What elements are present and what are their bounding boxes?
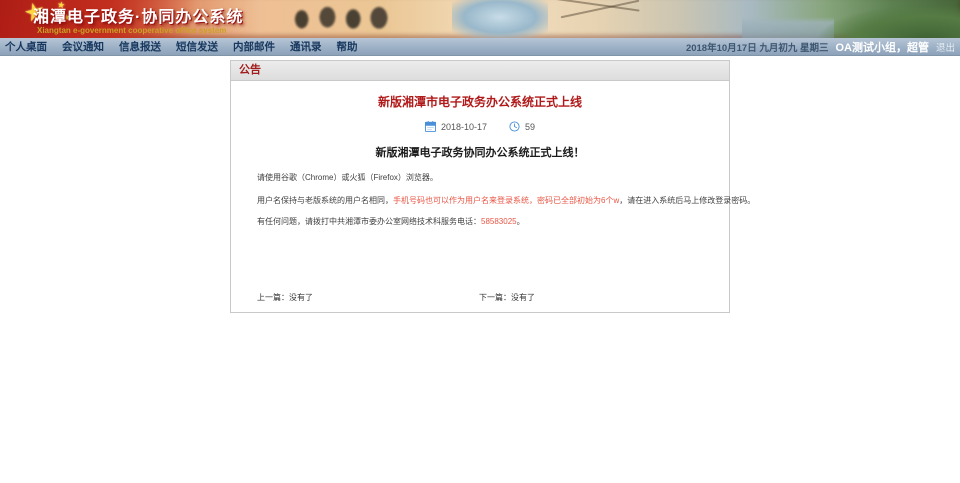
date-text: 2018年10月17日 九月初九 星期三: [686, 40, 829, 54]
nav-menu: 个人桌面 会议通知 信息报送 短信发送 内部邮件 通讯录 帮助: [5, 38, 373, 55]
nav-item-internal-mail[interactable]: 内部邮件: [233, 39, 275, 54]
current-user: OA测试小组，超管: [835, 39, 929, 55]
page: ★ ★ ★ 湘潭电子政务·协同办公系统 Xiangtan e-governmen…: [0, 0, 960, 483]
panel-body: 新版湘潭市电子政务办公系统正式上线 2018-10-17: [231, 81, 729, 313]
bridge-decoration: [452, 0, 548, 38]
logout-link[interactable]: 退出: [936, 40, 955, 54]
article-date: 2018-10-17: [441, 122, 487, 132]
paragraph-contact: 有任何问题，请拨打中共湘潭市委办公室网络技术科服务电话：58583025。: [257, 216, 713, 227]
app-subtitle-text: Xiangtan e-government cooperative office…: [37, 26, 226, 35]
nav-item-personal-desktop[interactable]: 个人桌面: [5, 39, 47, 54]
statue-decoration: [286, 2, 398, 38]
app-title: 湘潭电子政务·协同办公系统: [33, 3, 243, 27]
prev-article: 上一篇：没有了: [257, 292, 313, 303]
announcement-panel: 公告 新版湘潭市电子政务办公系统正式上线 2018-10-17: [230, 60, 730, 313]
contact-phone-number: 58583025: [481, 217, 517, 226]
paragraph-account-text: 用户名保持与老版系统的用户名相同，: [257, 196, 393, 205]
paragraph-browser: 请使用谷歌（Chrome）或火狐（Firefox）浏览器。: [257, 172, 713, 183]
paragraph-account-text: ，请在进入系统后马上修改登录密码。: [619, 196, 755, 205]
paragraph-account: 用户名保持与老版系统的用户名相同，手机号码也可以作为用户名来登录系统，密码已全部…: [257, 195, 713, 206]
paragraph-contact-text: 。: [517, 217, 525, 226]
nav-item-help[interactable]: 帮助: [337, 39, 358, 54]
app-banner: ★ ★ ★ 湘潭电子政务·协同办公系统 Xiangtan e-governmen…: [0, 0, 960, 38]
paragraph-contact-text: 有任何问题，请拨打中共湘潭市委办公室网络技术科服务电话：: [257, 217, 481, 226]
paragraph-account-highlight: 手机号码也可以作为用户名来登录系统，密码已全部初始为6个w: [393, 196, 619, 205]
next-article-value: 没有了: [511, 293, 535, 302]
panel-header: 公告: [231, 61, 729, 81]
clock-icon: [509, 121, 520, 132]
calendar-icon: [425, 121, 436, 132]
nav-item-info-report[interactable]: 信息报送: [119, 39, 161, 54]
nav-item-sms-send[interactable]: 短信发送: [176, 39, 218, 54]
prev-article-label: 上一篇：: [257, 293, 289, 302]
app-subtitle: Xiangtan e-government cooperative office…: [33, 26, 229, 35]
article-subtitle: 新版湘潭电子政务协同办公系统正式上线！: [231, 144, 729, 160]
article-title: 新版湘潭市电子政务办公系统正式上线: [231, 93, 729, 110]
nav-user-area: 2018年10月17日 九月初九 星期三 OA测试小组，超管 退出: [686, 38, 955, 55]
main-nav: 个人桌面 会议通知 信息报送 短信发送 内部邮件 通讯录 帮助 2018年10月…: [0, 38, 960, 56]
prev-article-value: 没有了: [289, 293, 313, 302]
next-article-label: 下一篇：: [479, 293, 511, 302]
nav-item-contacts[interactable]: 通讯录: [290, 39, 322, 54]
hills-decoration: [800, 0, 960, 38]
article-meta: 2018-10-17 59: [231, 121, 729, 132]
view-count: 59: [525, 122, 535, 132]
next-article: 下一篇：没有了: [479, 292, 535, 303]
nav-item-meeting-notice[interactable]: 会议通知: [62, 39, 104, 54]
